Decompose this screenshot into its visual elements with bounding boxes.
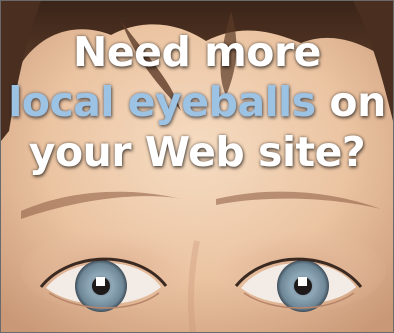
- headline-line-1: Need more: [73, 28, 321, 76]
- headline-line-2: local eyeballs on: [1, 77, 393, 127]
- ad-headline: Need more local eyeballs on your Web sit…: [1, 27, 393, 177]
- headline-line-2-rest: on: [315, 78, 386, 126]
- headline-line-3: your Web site?: [28, 128, 366, 176]
- ad-banner[interactable]: Need more local eyeballs on your Web sit…: [0, 0, 394, 333]
- headline-highlight: local eyeballs: [8, 78, 316, 126]
